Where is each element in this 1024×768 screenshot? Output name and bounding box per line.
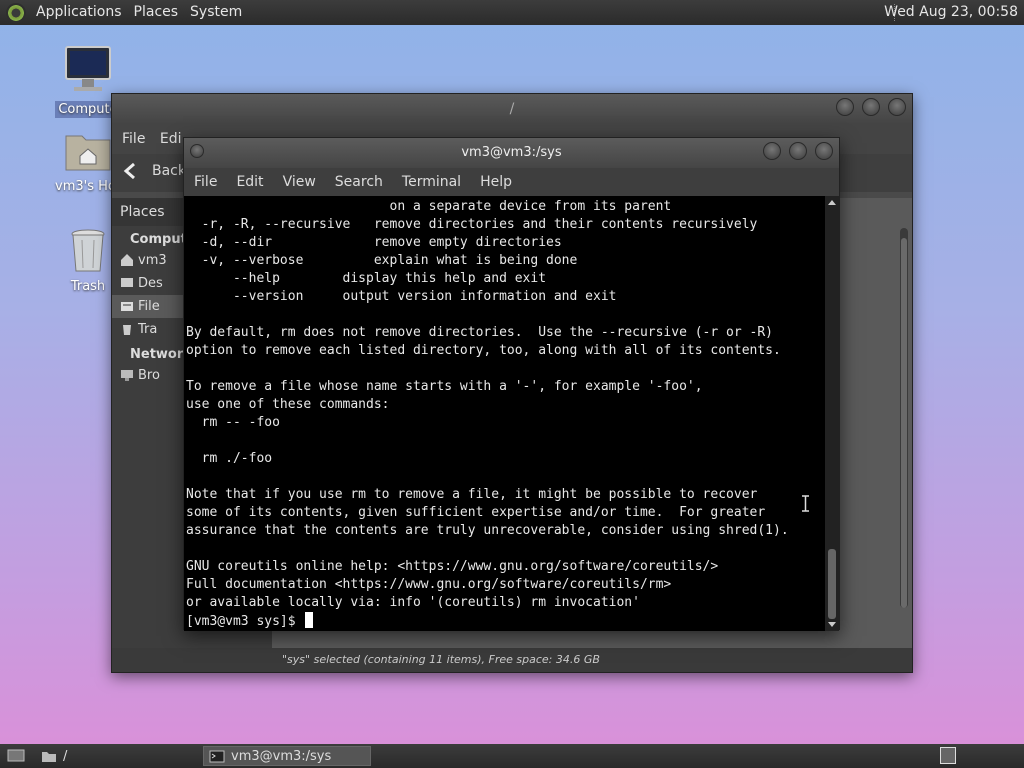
- menu-file[interactable]: File: [122, 131, 145, 147]
- text-cursor: [305, 612, 314, 628]
- top-panel: Applications Places System Wed Aug 23, 0…: [0, 0, 1024, 25]
- menu-places[interactable]: Places: [128, 0, 185, 25]
- computer-icon: [65, 46, 111, 91]
- file-view-scrollbar[interactable]: [900, 228, 908, 608]
- taskbar-label: vm3@vm3:/sys: [231, 748, 332, 764]
- terminal-icon: [209, 750, 225, 762]
- ibeam-cursor-icon: [802, 495, 809, 512]
- sidebar-item-label: File: [138, 299, 160, 314]
- menu-applications[interactable]: Applications: [30, 0, 128, 25]
- distro-logo-icon[interactable]: [6, 2, 26, 23]
- status-bar: "sys" selected (containing 11 items), Fr…: [112, 648, 912, 672]
- show-desktop-icon: [7, 749, 25, 762]
- drive-icon: [121, 302, 133, 311]
- back-arrow-icon: [123, 162, 135, 180]
- maximize-button[interactable]: [862, 98, 880, 116]
- desktop-icon: [121, 278, 133, 287]
- menu-help[interactable]: Help: [480, 168, 512, 196]
- menu-terminal[interactable]: Terminal: [402, 168, 461, 196]
- terminal-output[interactable]: on a separate device from its parent -r,…: [184, 196, 826, 631]
- trash-icon: [71, 229, 105, 272]
- minimize-button[interactable]: [763, 142, 781, 160]
- terminal-titlebar[interactable]: vm3@vm3:/sys: [184, 138, 839, 168]
- taskbar-label: /: [63, 748, 68, 764]
- shell-prompt: [vm3@vm3 sys]$: [186, 614, 304, 629]
- show-desktop-button[interactable]: [2, 746, 30, 766]
- menu-search[interactable]: Search: [335, 168, 383, 196]
- scroll-up-icon[interactable]: [828, 200, 836, 205]
- home-icon: [121, 254, 133, 266]
- back-label: Back: [152, 163, 186, 179]
- clock[interactable]: Wed Aug 23, 00:58: [876, 0, 1024, 25]
- desktop-icon-label: Trash: [70, 279, 106, 294]
- terminal-menubar: File Edit View Search Terminal Help: [184, 168, 839, 196]
- sidebar-item-label: vm3: [138, 253, 167, 268]
- sidebar-item-label: Bro: [138, 368, 160, 383]
- sidebar-item-label: Tra: [138, 322, 158, 337]
- sidebar-item-label: Des: [138, 276, 163, 291]
- top-menu: Applications Places System: [0, 0, 248, 25]
- maximize-button[interactable]: [789, 142, 807, 160]
- menu-edit[interactable]: Edit: [236, 168, 263, 196]
- menu-system[interactable]: System: [184, 0, 248, 25]
- taskbar-item-terminal[interactable]: vm3@vm3:/sys: [203, 746, 371, 766]
- folder-icon: [42, 751, 56, 762]
- taskbar-item-file-manager[interactable]: /: [36, 746, 72, 766]
- workspace-switcher[interactable]: [940, 747, 956, 764]
- scroll-down-icon[interactable]: [828, 622, 836, 627]
- terminal-window[interactable]: vm3@vm3:/sys File Edit View Search Termi…: [183, 137, 840, 631]
- bottom-panel: / vm3@vm3:/sys: [0, 744, 1024, 768]
- terminal-prompt-line[interactable]: [vm3@vm3 sys]$: [186, 612, 826, 631]
- scrollbar-thumb[interactable]: [828, 549, 836, 619]
- menu-file[interactable]: File: [194, 168, 217, 196]
- window-menu-icon[interactable]: [190, 144, 204, 158]
- menu-view[interactable]: View: [283, 168, 316, 196]
- window-title: /: [509, 101, 515, 117]
- terminal-text: on a separate device from its parent -r,…: [186, 199, 789, 610]
- terminal-scrollbar[interactable]: [825, 196, 839, 631]
- close-button[interactable]: [888, 98, 906, 116]
- home-folder-icon: [65, 135, 111, 171]
- trash-icon: [123, 325, 131, 335]
- close-button[interactable]: [815, 142, 833, 160]
- window-title: vm3@vm3:/sys: [461, 145, 562, 160]
- minimize-button[interactable]: [836, 98, 854, 116]
- menu-edit[interactable]: Edi: [160, 131, 182, 147]
- network-icon: [121, 370, 133, 381]
- back-button[interactable]: Back: [120, 160, 186, 182]
- file-manager-titlebar[interactable]: /: [112, 94, 912, 124]
